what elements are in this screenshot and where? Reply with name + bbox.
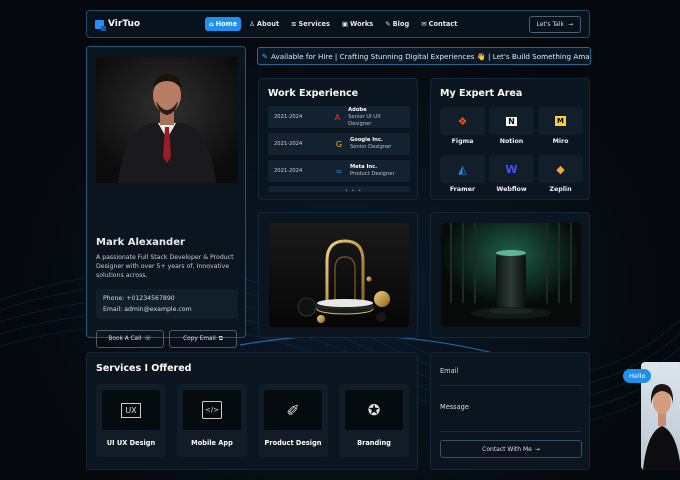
miro-icon: M <box>555 116 566 126</box>
lets-talk-button[interactable]: Let's Talk → <box>528 15 581 33</box>
tool-figma[interactable]: ❖ Figma <box>440 107 485 145</box>
nav-about[interactable]: ♙ About <box>245 17 283 31</box>
marquee-ticker: ✎ Available for Hire | Crafting Stunning… <box>257 47 591 65</box>
nav-blog[interactable]: ✎ Blog <box>381 17 413 31</box>
tool-notion[interactable]: N Notion <box>489 107 534 145</box>
contact-submit-button[interactable]: Contact With Me → <box>440 440 582 458</box>
google-icon: G <box>335 139 343 149</box>
nav-home[interactable]: ⌂ Home <box>205 17 242 31</box>
scroll-dots: • • • <box>345 188 363 194</box>
podium-image <box>269 223 409 327</box>
profile-card: Mark Alexander A passionate Full Stack D… <box>86 46 246 375</box>
mail-icon: ✉ <box>421 20 427 28</box>
zeplin-icon: ◆ <box>556 162 565 176</box>
nav-works[interactable]: ▣ Works <box>338 17 377 31</box>
message-field[interactable] <box>440 431 582 432</box>
service-product-design[interactable]: ✐ Product Design <box>258 384 328 457</box>
work-title: Work Experience <box>268 88 359 99</box>
expert-area-card: My Expert Area ❖ Figma N Notion M Miro ◭… <box>430 78 590 200</box>
copy-icon: ⧉ <box>218 335 223 342</box>
book-call-button[interactable]: Book A Call ☏ <box>96 330 164 348</box>
profile-actions: Book A Call ☏ Copy Email ⧉ <box>96 330 237 348</box>
services-card: Services I Offered UX UI UX Design </> M… <box>86 352 418 470</box>
nav-services[interactable]: ≋ Services <box>287 17 334 31</box>
framer-icon: ◭ <box>458 162 467 176</box>
contact-info: Phone: +01234567890 Email: admin@example… <box>96 289 238 319</box>
job-item-partial <box>268 186 410 192</box>
job-item[interactable]: 2021-2024 A Adobe Senior UI UX Designer <box>268 106 410 128</box>
arrow-right-icon: → <box>567 20 573 28</box>
email-label: Email <box>440 367 459 375</box>
pin-icon: ✎ <box>262 51 269 61</box>
tool-miro[interactable]: M Miro <box>538 107 583 145</box>
job-item[interactable]: 2021-2024 G Google Inc. Senior Designer <box>268 133 410 155</box>
email-text: Email: admin@example.com <box>103 306 192 313</box>
profile-name: Mark Alexander <box>96 237 185 248</box>
ux-icon: UX <box>121 402 141 418</box>
notion-icon: N <box>506 116 517 126</box>
logo-icon <box>95 19 106 31</box>
tool-zeplin[interactable]: ◆ Zeplin <box>538 155 583 193</box>
navbar: VirTuo ⌂ Home ♙ About ≋ Services ▣ Works ✎ Bl… <box>86 10 590 38</box>
layers-icon: ≋ <box>291 20 297 28</box>
service-mobile-app[interactable]: </> Mobile App <box>177 384 247 457</box>
home-icon: ⌂ <box>209 20 214 28</box>
tool-webflow[interactable]: W Webflow <box>489 155 534 193</box>
nav-links: ⌂ Home ♙ About ≋ Services ▣ Works ✎ Blog ✉ Con… <box>205 17 461 31</box>
speaker-image <box>441 223 581 327</box>
showcase-image-podium[interactable] <box>258 212 418 338</box>
phone-icon: ☏ <box>144 336 152 342</box>
message-label: Message <box>440 403 469 411</box>
figma-icon: ❖ <box>457 114 468 128</box>
user-icon: ♙ <box>249 20 255 28</box>
meta-icon: ∞ <box>335 166 343 176</box>
design-tools-icon: ✐ <box>286 400 300 420</box>
profile-bio: A passionate Full Stack Developer & Prod… <box>96 254 234 279</box>
briefcase-icon: ▣ <box>341 20 349 28</box>
service-branding[interactable]: ✪ Branding <box>339 384 409 457</box>
showcase-image-speaker[interactable] <box>430 212 590 338</box>
branding-icon: ✪ <box>367 401 381 419</box>
job-item[interactable]: 2021-2024 ∞ Meta Inc. Product Designer <box>268 160 410 182</box>
arrow-right-icon: → <box>534 445 540 453</box>
phone-text: Phone: +01234567890 <box>103 295 175 302</box>
expert-title: My Expert Area <box>440 88 523 99</box>
contact-form-card: Email Message Contact With Me → <box>430 352 590 470</box>
work-experience-card: Work Experience 2021-2024 A Adobe Senior … <box>258 78 418 200</box>
webflow-icon: W <box>505 162 518 176</box>
adobe-icon: A <box>334 112 341 122</box>
brand-name: VirTuo <box>108 19 141 29</box>
brand-logo[interactable]: VirTuo <box>95 19 205 31</box>
service-ui-ux[interactable]: UX UI UX Design <box>96 384 166 457</box>
copy-email-button[interactable]: Copy Email ⧉ <box>169 330 237 348</box>
tool-framer[interactable]: ◭ Framer <box>440 155 485 193</box>
nav-contact[interactable]: ✉ Contact <box>417 17 461 31</box>
email-field[interactable] <box>440 385 582 386</box>
profile-photo <box>96 57 238 183</box>
services-title: Services I Offered <box>96 363 192 374</box>
mobile-icon: </> <box>201 401 223 419</box>
edit-icon: ✎ <box>385 20 391 28</box>
hello-bubble[interactable]: Hello <box>623 369 652 383</box>
